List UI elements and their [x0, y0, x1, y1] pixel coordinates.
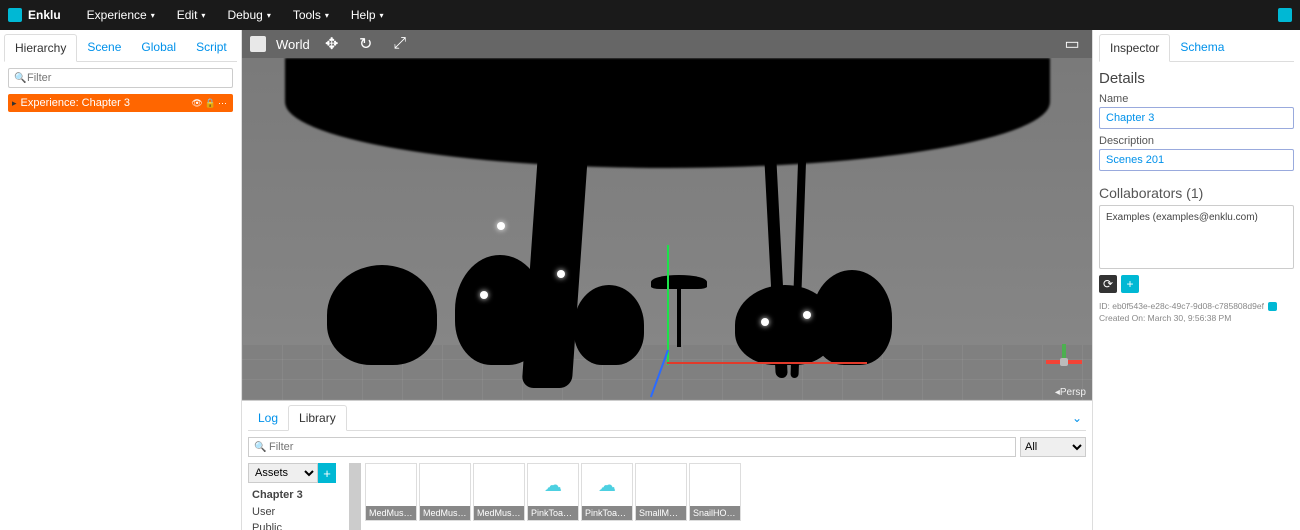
chevron-down-icon: ▾: [267, 11, 271, 20]
library-filter-input[interactable]: [248, 437, 1016, 457]
chevron-down-icon: ▾: [151, 11, 155, 20]
asset-thumbnail[interactable]: MedMush…: [419, 463, 471, 521]
viewport-mode-label: World: [276, 37, 310, 52]
scene-plant: [574, 285, 644, 365]
menu-edit[interactable]: Edit▾: [167, 4, 216, 26]
hierarchy-root-item[interactable]: ▸ Experience: Chapter 3 👁 🔒 ⋯: [8, 94, 233, 112]
scene-plant: [327, 265, 437, 365]
left-tabs: Hierarchy Scene Global Script: [4, 34, 237, 62]
name-label: Name: [1099, 93, 1294, 105]
move-tool[interactable]: ✥: [320, 32, 344, 56]
topbar-right: [1278, 8, 1292, 22]
collaborators-title: Collaborators (1): [1099, 185, 1294, 201]
menu-help[interactable]: Help▾: [341, 4, 394, 26]
library-content: Assets + Chapter 3 User Public MedMush… …: [248, 463, 1086, 530]
scene-plant: [455, 255, 545, 365]
axis-x: [667, 362, 867, 364]
tab-hierarchy[interactable]: Hierarchy: [4, 34, 77, 62]
details-title: Details: [1099, 70, 1294, 87]
scene-mushroom: [659, 275, 699, 345]
bottom-panel: Log Library ⌄ 🔍 All Assets +: [242, 400, 1092, 530]
top-menu-bar: Enklu Experience▾ Edit▾ Debug▾ Tools▾ He…: [0, 0, 1300, 30]
tab-global[interactable]: Global: [131, 34, 186, 61]
tab-log[interactable]: Log: [248, 406, 288, 430]
chevron-down-icon: ▾: [325, 11, 329, 20]
library-filter-row: 🔍 All: [248, 437, 1086, 457]
hierarchy-filter: 🔍: [8, 68, 233, 88]
lock-icon[interactable]: 🔒: [205, 98, 216, 109]
created-on-text: Created On: March 30, 9:56:38 PM: [1099, 313, 1294, 325]
asset-tree-item[interactable]: Public: [248, 520, 343, 530]
search-icon: 🔍: [14, 73, 26, 84]
add-asset-button[interactable]: +: [318, 463, 336, 483]
assets-dropdown[interactable]: Assets: [248, 463, 318, 483]
rotate-tool[interactable]: ↻: [354, 32, 378, 56]
viewport-mode-icon[interactable]: [250, 36, 266, 52]
asset-tree-item[interactable]: User: [248, 504, 343, 521]
refresh-button[interactable]: ⟳: [1099, 275, 1117, 293]
library-filter-dropdown[interactable]: All: [1020, 437, 1086, 457]
name-field[interactable]: Chapter 3: [1099, 107, 1294, 129]
scene-plant: [812, 270, 892, 365]
scene-light-icon: [761, 318, 769, 326]
right-panel: Inspector Schema Details Name Chapter 3 …: [1092, 30, 1300, 530]
asset-thumbnail[interactable]: MedMush…: [473, 463, 525, 521]
inspector-actions: ⟳ +: [1099, 275, 1294, 293]
scene-light-icon: [480, 291, 488, 299]
hierarchy-item-icons: 👁 🔒 ⋯: [191, 98, 227, 109]
viewport-3d[interactable]: ◂Persp: [242, 58, 1092, 400]
add-collaborator-button[interactable]: +: [1121, 275, 1139, 293]
center-column: World ✥ ↻ ⤢ ▭: [242, 30, 1092, 530]
asset-tree: Chapter 3 User Public: [248, 487, 343, 530]
scrollbar[interactable]: [349, 463, 361, 530]
axis-y: [667, 245, 669, 365]
visibility-icon[interactable]: 👁: [191, 98, 202, 109]
brand-name: Enklu: [28, 8, 61, 22]
description-field[interactable]: Scenes 201: [1099, 149, 1294, 171]
library-sidebar: Assets + Chapter 3 User Public: [248, 463, 343, 530]
asset-thumbnail[interactable]: SnailHOLO: [689, 463, 741, 521]
description-label: Description: [1099, 135, 1294, 147]
collapse-icon[interactable]: ⌄: [1072, 411, 1086, 425]
brand-icon: [8, 8, 22, 22]
id-text: ID: eb0f543e-e28c-49c7-9d08-c785808d9ef: [1099, 301, 1264, 311]
scene-light-icon: [557, 270, 565, 278]
tab-schema[interactable]: Schema: [1170, 34, 1234, 61]
menu-tools[interactable]: Tools▾: [283, 4, 339, 26]
menu-bar: Experience▾ Edit▾ Debug▾ Tools▾ Help▾: [77, 4, 394, 26]
device-icon[interactable]: [1278, 8, 1292, 22]
asset-thumbnail[interactable]: SmallMus…: [635, 463, 687, 521]
hierarchy-root-label: Experience: Chapter 3: [21, 97, 130, 109]
view-gizmo[interactable]: [1046, 344, 1082, 380]
expand-icon[interactable]: ▸: [12, 98, 17, 109]
menu-debug[interactable]: Debug▾: [217, 4, 280, 26]
asset-grid: MedMush… MedMush… MedMush… ☁PinkToad… ☁P…: [365, 463, 741, 530]
chevron-down-icon: ▾: [380, 11, 384, 20]
chevron-down-icon: ▾: [201, 11, 205, 20]
inspector-metadata: ID: eb0f543e-e28c-49c7-9d08-c785808d9ef …: [1099, 301, 1294, 325]
asset-thumbnail[interactable]: ☁PinkToad…: [581, 463, 633, 521]
asset-thumbnail[interactable]: MedMush…: [365, 463, 417, 521]
bottom-tabs: Log Library ⌄: [248, 405, 1086, 431]
perspective-label: ◂Persp: [1055, 387, 1086, 398]
tab-inspector[interactable]: Inspector: [1099, 34, 1170, 62]
inspector-tabs: Inspector Schema: [1099, 34, 1294, 62]
left-panel: Hierarchy Scene Global Script 🔍 ▸ Experi…: [0, 30, 242, 530]
asset-thumbnail[interactable]: ☁PinkToad…: [527, 463, 579, 521]
tab-library[interactable]: Library: [288, 405, 347, 431]
search-icon: 🔍: [254, 442, 266, 453]
brand: Enklu: [8, 8, 61, 22]
fullscreen-tool[interactable]: ▭: [1060, 32, 1084, 56]
asset-tree-item[interactable]: Chapter 3: [248, 487, 343, 504]
viewport-toolbar: World ✥ ↻ ⤢ ▭: [242, 30, 1092, 58]
hierarchy-filter-input[interactable]: [8, 68, 233, 88]
copy-id-icon[interactable]: [1268, 302, 1277, 311]
tab-script[interactable]: Script: [186, 34, 237, 61]
menu-experience[interactable]: Experience▾: [77, 4, 165, 26]
collaborators-list[interactable]: Examples (examples@enklu.com): [1099, 205, 1294, 269]
scale-tool[interactable]: ⤢: [388, 32, 412, 56]
more-icon[interactable]: ⋯: [218, 98, 227, 109]
tab-scene[interactable]: Scene: [77, 34, 131, 61]
